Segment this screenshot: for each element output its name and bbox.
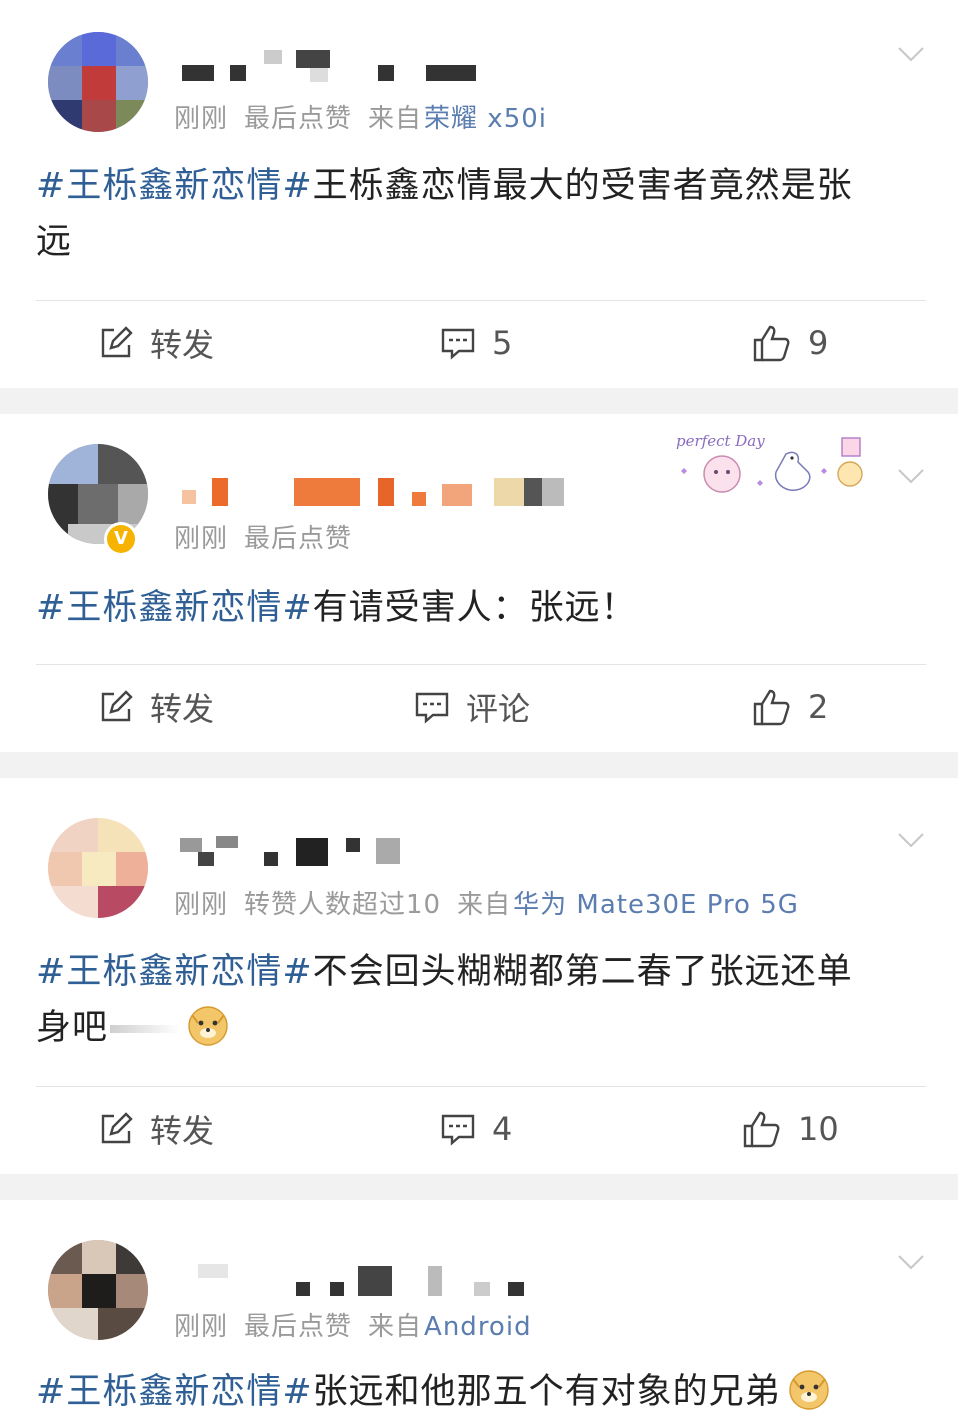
repost-label: 转发 xyxy=(150,1112,215,1150)
post-card[interactable]: 刚刚 最后点赞 来自荣耀 x50i #王栎鑫新恋情#王栎鑫恋情最大的受害者竟然是张远… xyxy=(0,0,958,388)
like-button[interactable]: 10 xyxy=(742,1094,839,1164)
device-link[interactable]: 华为 Mate30E Pro 5G xyxy=(513,890,799,920)
hashtag-link[interactable]: #王栎鑫新恋情# xyxy=(36,1372,313,1412)
repost-button[interactable]: 转发 xyxy=(98,672,214,742)
source-prefix: 来自 xyxy=(368,104,423,134)
repost-button[interactable]: 转发 xyxy=(98,1094,214,1164)
divider xyxy=(36,664,926,665)
post-time: 刚刚 xyxy=(174,104,229,134)
hashtag-link[interactable]: #王栎鑫新恋情# xyxy=(36,952,313,992)
thumbs-up-icon xyxy=(753,689,790,726)
doge-emoji-icon xyxy=(188,1006,228,1046)
username-redacted[interactable] xyxy=(178,1264,538,1304)
action-bar: 转发 评论 2 xyxy=(0,672,958,742)
device-link[interactable]: Android xyxy=(424,1312,532,1342)
comment-label: 评论 xyxy=(466,690,531,728)
comment-button[interactable]: 4 xyxy=(440,1094,512,1164)
post-text: #王栎鑫新恋情#有请受害人：张远！ xyxy=(36,580,888,636)
hashtag-link[interactable]: #王栎鑫新恋情# xyxy=(36,588,313,628)
verified-badge-icon: V xyxy=(104,522,138,556)
comment-button[interactable]: 5 xyxy=(440,308,512,378)
like-button[interactable]: 2 xyxy=(752,672,828,742)
doge-emoji-icon xyxy=(788,1370,829,1410)
post-time: 刚刚 xyxy=(174,524,229,554)
action-bar: 转发 5 9 xyxy=(0,308,958,378)
comment-bubble-icon xyxy=(415,692,449,724)
thumbs-up-icon xyxy=(743,1111,780,1148)
source-prefix: 来自 xyxy=(368,1312,423,1342)
comment-button[interactable]: 评论 xyxy=(414,672,530,742)
chevron-down-icon[interactable] xyxy=(896,824,926,854)
action-bar: 转发 4 10 xyxy=(0,1094,958,1164)
comment-count: 5 xyxy=(492,324,513,362)
post-card[interactable]: V 刚刚 最后点赞 perfect Day #王栎鑫新恋情#有请受害人：张远！ 转… xyxy=(0,414,958,752)
device-link[interactable]: 荣耀 x50i xyxy=(424,104,547,134)
username-redacted[interactable] xyxy=(178,50,478,90)
comment-bubble-icon xyxy=(441,328,475,360)
divider xyxy=(36,1086,926,1087)
post-text: #王栎鑫新恋情#不会回头糊糊都第二春了张远还单身吧 xyxy=(36,944,888,1056)
like-count: 9 xyxy=(808,324,829,362)
post-status: 最后点赞 xyxy=(244,524,353,554)
share-edit-icon xyxy=(101,1112,133,1144)
post-status: 转赞人数超过10 xyxy=(244,890,442,920)
post-text: #王栎鑫新恋情#张远和他那五个有对象的兄弟 xyxy=(36,1364,918,1420)
chevron-down-icon[interactable] xyxy=(896,1246,926,1276)
post-meta: 刚刚 最后点赞 来自荣耀 x50i xyxy=(174,98,547,135)
comment-count: 4 xyxy=(492,1110,513,1148)
perfect-day-sticker: perfect Day xyxy=(676,432,863,493)
repost-label: 转发 xyxy=(150,690,215,728)
sticker-text: perfect Day xyxy=(676,432,765,450)
post-time: 刚刚 xyxy=(174,1312,229,1342)
blurred-text xyxy=(110,1025,181,1033)
repost-label: 转发 xyxy=(150,326,215,364)
repost-button[interactable]: 转发 xyxy=(98,308,214,378)
post-time: 刚刚 xyxy=(174,890,229,920)
like-button[interactable]: 9 xyxy=(752,308,828,378)
post-status: 最后点赞 xyxy=(244,1312,353,1342)
chevron-down-icon[interactable] xyxy=(896,38,926,68)
post-body: 有请受害人：张远！ xyxy=(312,588,637,628)
avatar[interactable] xyxy=(48,32,148,132)
chevron-down-icon[interactable] xyxy=(896,460,926,490)
post-meta: 刚刚 最后点赞 来自Android xyxy=(174,1306,532,1343)
post-meta: 刚刚 最后点赞 xyxy=(174,518,352,555)
post-status: 最后点赞 xyxy=(244,104,353,134)
post-meta: 刚刚 转赞人数超过10 来自华为 Mate30E Pro 5G xyxy=(174,884,799,921)
like-count: 2 xyxy=(808,688,829,726)
username-redacted[interactable] xyxy=(178,834,418,874)
hashtag-link[interactable]: #王栎鑫新恋情# xyxy=(36,166,313,206)
post-body: 张远和他那五个有对象的兄弟 xyxy=(312,1372,781,1412)
comment-bubble-icon xyxy=(441,1114,475,1146)
post-card[interactable]: 刚刚 转赞人数超过10 来自华为 Mate30E Pro 5G #王栎鑫新恋情#不会… xyxy=(0,778,958,1174)
post-text: #王栎鑫新恋情#王栎鑫恋情最大的受害者竟然是张远 xyxy=(36,158,888,270)
share-edit-icon xyxy=(101,690,133,722)
avatar[interactable] xyxy=(48,1240,148,1340)
like-count: 10 xyxy=(798,1110,839,1148)
share-edit-icon xyxy=(101,326,133,358)
source-prefix: 来自 xyxy=(457,890,512,920)
avatar[interactable] xyxy=(48,818,148,918)
thumbs-up-icon xyxy=(753,325,790,362)
post-card[interactable]: 刚刚 最后点赞 来自Android #王栎鑫新恋情#张远和他那五个有对象的兄弟 xyxy=(0,1200,958,1426)
divider xyxy=(36,300,926,301)
username-redacted[interactable] xyxy=(178,474,578,514)
